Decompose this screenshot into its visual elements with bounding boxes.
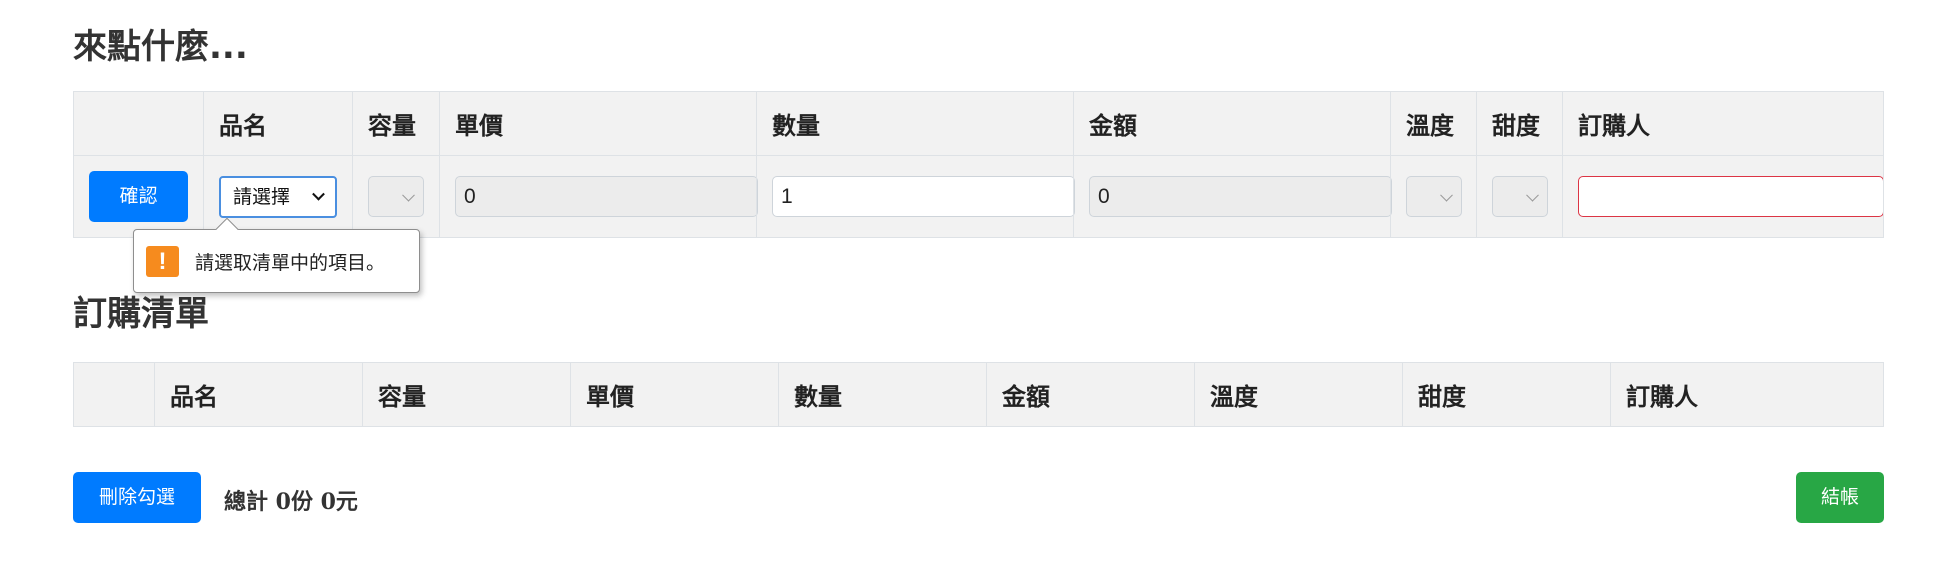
order-input-row: 確認 請選擇 0 1 0 (73, 155, 1884, 238)
order-list-table: 品名 容量 單價 數量 金額 溫度 甜度 訂購人 (73, 362, 1884, 427)
header-product: 品名 (203, 91, 353, 156)
list-header-product: 品名 (154, 362, 363, 427)
orderer-field[interactable] (1578, 176, 1884, 217)
unit-price-field[interactable]: 0 (455, 176, 758, 217)
list-header-amount: 金額 (986, 362, 1195, 427)
list-header-orderer: 訂購人 (1610, 362, 1884, 427)
temperature-cell (1390, 155, 1477, 238)
header-orderer: 訂購人 (1562, 91, 1884, 156)
header-amount: 金額 (1073, 91, 1391, 156)
amount-cell: 0 (1073, 155, 1392, 238)
product-select-value: 請選擇 (233, 185, 291, 208)
chevron-down-icon (1440, 188, 1453, 202)
tooltip-message: 請選取清單中的項目。 (195, 252, 386, 274)
quantity-field[interactable]: 1 (772, 176, 1075, 217)
sweetness-cell (1476, 155, 1563, 238)
checkout-button[interactable]: 結帳 (1796, 472, 1884, 523)
sweetness-select[interactable] (1492, 176, 1548, 217)
list-header-quantity: 數量 (778, 362, 987, 427)
header-size: 容量 (352, 91, 440, 156)
list-header-temperature: 溫度 (1194, 362, 1403, 427)
order-total: 總計 0份 0元 (224, 489, 358, 515)
size-select[interactable] (368, 176, 424, 217)
unit-price-cell: 0 (439, 155, 758, 238)
header-quantity: 數量 (756, 91, 1074, 156)
amount-field[interactable]: 0 (1089, 176, 1392, 217)
list-header-checkbox (73, 362, 155, 427)
list-header-sweetness: 甜度 (1402, 362, 1611, 427)
confirm-cell: 確認 (73, 155, 204, 238)
order-header-row: 品名 容量 單價 數量 金額 溫度 甜度 訂購人 (73, 91, 1884, 156)
validation-tooltip: ! 請選取清單中的項目。 (133, 217, 420, 293)
temperature-select[interactable] (1406, 176, 1462, 217)
orderer-cell (1562, 155, 1884, 238)
order-form-table: 品名 容量 單價 數量 金額 溫度 甜度 訂購人 確認 請選擇 0 1 0 (73, 91, 1884, 238)
chevron-down-icon (312, 187, 325, 201)
confirm-button[interactable]: 確認 (89, 171, 188, 222)
order-section-title: 來點什麼... (73, 27, 248, 67)
list-header-unit-price: 單價 (570, 362, 779, 427)
header-sweetness: 甜度 (1476, 91, 1563, 156)
list-section-title: 訂購清單 (73, 294, 209, 334)
quantity-cell: 1 (756, 155, 1075, 238)
chevron-down-icon (1526, 188, 1539, 202)
chevron-down-icon (402, 188, 415, 202)
list-header-row: 品名 容量 單價 數量 金額 溫度 甜度 訂購人 (73, 362, 1884, 427)
size-cell (352, 155, 440, 238)
header-temperature: 溫度 (1390, 91, 1477, 156)
list-header-size: 容量 (362, 362, 571, 427)
delete-selected-button[interactable]: 刪除勾選 (73, 472, 201, 523)
product-select[interactable]: 請選擇 (219, 175, 337, 218)
header-unit-price: 單價 (439, 91, 757, 156)
header-blank (73, 91, 204, 156)
warning-icon: ! (146, 246, 179, 277)
